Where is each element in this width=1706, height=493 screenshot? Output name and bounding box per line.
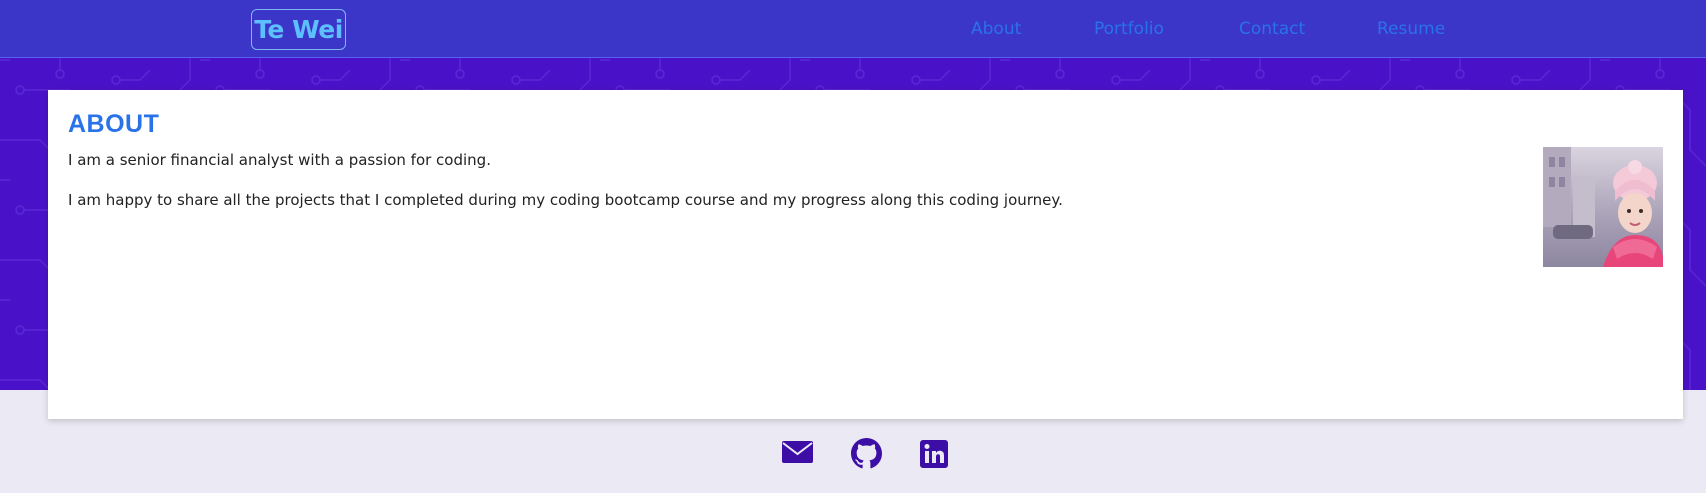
about-title: ABOUT: [68, 110, 160, 138]
profile-photo: [1543, 147, 1663, 267]
about-card: ABOUT I am a senior financial analyst wi…: [48, 90, 1683, 419]
linkedin-icon[interactable]: [920, 440, 948, 472]
top-navbar: Te Wei About Portfolio Contact Resume: [0, 0, 1706, 58]
about-paragraph-1: I am a senior financial analyst with a p…: [68, 151, 491, 169]
nav-link-contact[interactable]: Contact: [1239, 17, 1305, 41]
nav-link-resume[interactable]: Resume: [1377, 17, 1445, 41]
brand-logo[interactable]: Te Wei: [251, 9, 346, 50]
github-icon[interactable]: [851, 438, 882, 473]
email-icon[interactable]: [782, 439, 813, 468]
nav-link-about[interactable]: About: [971, 17, 1021, 41]
about-paragraph-2: I am happy to share all the projects tha…: [68, 191, 1063, 209]
nav-link-portfolio[interactable]: Portfolio: [1094, 17, 1164, 41]
